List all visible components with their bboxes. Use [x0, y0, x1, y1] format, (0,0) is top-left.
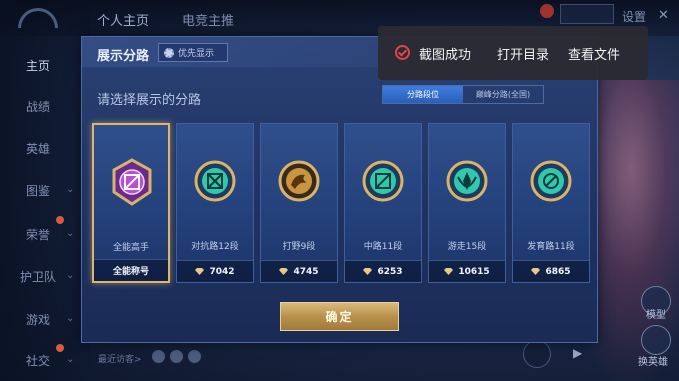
sidebar-item-game[interactable]: 游戏 — [26, 311, 50, 328]
sidebar-item-honor[interactable]: 荣誉 — [26, 226, 50, 243]
priority-display-button[interactable]: 优先显示 — [158, 43, 228, 62]
roam-badge-icon — [446, 160, 488, 202]
visitor-avatar[interactable] — [152, 350, 165, 363]
tab-peak-lane-national[interactable]: 巅峰分路(全国) — [463, 86, 543, 103]
chevron-down-icon: ⌄ — [66, 184, 75, 195]
sidebar-item-guard[interactable]: 护卫队 — [20, 268, 56, 285]
sidebar-item-codex[interactable]: 图鉴 — [26, 182, 50, 199]
switch-hero-button[interactable] — [641, 325, 671, 355]
lane-card-footer: 全能称号 — [94, 259, 168, 281]
all-round-badge-icon — [112, 158, 152, 206]
lane-card-footer: 10615 — [429, 260, 505, 282]
notification-icon[interactable] — [540, 4, 554, 18]
lane-score: 4745 — [293, 266, 319, 277]
ranking-segment-control: 分路段位 巅峰分路(全国) — [382, 85, 544, 104]
priority-display-label: 优先显示 — [178, 49, 215, 59]
status-panel — [560, 4, 614, 24]
lane-card-name: 中路11段 — [363, 242, 403, 252]
view-file-link[interactable]: 查看文件 — [568, 44, 620, 63]
play-icon[interactable]: ▶ — [573, 346, 582, 360]
sidebar-item-records[interactable]: 战绩 — [26, 98, 50, 115]
sidebar-item-heroes[interactable]: 英雄 — [26, 140, 50, 157]
clash-lane-badge-icon — [194, 160, 236, 202]
sidebar-item-social[interactable]: 社交 — [26, 352, 50, 369]
lane-score: 6865 — [545, 266, 571, 277]
lane-display-dialog: 展示分路 优先显示 请选择展示的分路 分路段位 巅峰分路(全国) 全能高手 全能… — [81, 36, 599, 343]
recent-visitors-link[interactable]: 最近访客> — [98, 352, 142, 365]
all-round-title: 全能称号 — [112, 267, 149, 277]
lane-card-mid[interactable]: 中路11段 6253 — [344, 123, 422, 283]
lane-card-name: 对抗路12段 — [191, 242, 239, 252]
lane-card-roam[interactable]: 游走15段 10615 — [428, 123, 506, 283]
close-icon[interactable]: ✕ — [658, 8, 669, 23]
action-round-button[interactable] — [523, 340, 551, 368]
diamond-icon — [195, 268, 205, 275]
toast-message: 截图成功 — [419, 48, 472, 63]
lane-card-all-round[interactable]: 全能高手 全能称号 — [92, 123, 170, 283]
red-dot-badge — [56, 216, 64, 224]
lane-card-footer: 4745 — [261, 260, 337, 282]
jungle-badge-icon — [278, 160, 320, 202]
lane-card-name: 打野9段 — [282, 242, 316, 252]
model-label: 模型 — [646, 310, 666, 321]
lane-card-name: 游走15段 — [447, 242, 487, 252]
tab-personal-home[interactable]: 个人主页 — [97, 10, 149, 29]
tab-lane-rank[interactable]: 分路段位 — [383, 86, 463, 103]
visitor-avatar[interactable] — [188, 350, 201, 363]
diamond-icon — [531, 268, 541, 275]
screenshot-toast: 截图成功 打开目录 查看文件 — [378, 26, 648, 80]
dialog-title: 展示分路 — [97, 49, 150, 64]
visitor-avatar[interactable] — [170, 350, 183, 363]
check-circle-icon — [395, 45, 410, 60]
chevron-down-icon: ⌄ — [66, 313, 75, 324]
lane-card-footer: 7042 — [177, 260, 253, 282]
mid-lane-badge-icon — [362, 160, 404, 202]
gear-icon — [164, 47, 174, 58]
sidebar-item-home[interactable]: 主页 — [26, 57, 50, 74]
lane-card-footer: 6253 — [345, 260, 421, 282]
lane-card-name: 发育路11段 — [527, 242, 575, 252]
lane-score: 6253 — [377, 266, 403, 277]
chevron-down-icon: ⌄ — [66, 270, 75, 281]
chevron-down-icon: ⌄ — [66, 228, 75, 239]
open-directory-link[interactable]: 打开目录 — [497, 44, 549, 63]
lane-score: 7042 — [209, 266, 235, 277]
diamond-icon — [363, 268, 373, 275]
lane-card-jungle[interactable]: 打野9段 4745 — [260, 123, 338, 283]
lane-card-footer: 6865 — [513, 260, 589, 282]
diamond-icon — [279, 268, 289, 275]
lane-score: 10615 — [458, 266, 490, 277]
game-logo-icon[interactable] — [18, 8, 58, 28]
dialog-subtitle: 请选择展示的分路 — [97, 93, 202, 108]
lane-card-name: 全能高手 — [112, 243, 149, 253]
chevron-down-icon: ⌄ — [66, 354, 75, 365]
tab-esports[interactable]: 电竞主推 — [182, 10, 234, 29]
confirm-button[interactable]: 确定 — [280, 302, 399, 331]
red-dot-badge — [56, 344, 64, 352]
lane-card-farm[interactable]: 发育路11段 6865 — [512, 123, 590, 283]
switch-hero-label: 换英雄 — [638, 357, 668, 368]
farm-lane-badge-icon — [530, 160, 572, 202]
diamond-icon — [444, 268, 454, 275]
settings-button[interactable]: 设置 — [622, 8, 646, 25]
lane-card-clash[interactable]: 对抗路12段 7042 — [176, 123, 254, 283]
